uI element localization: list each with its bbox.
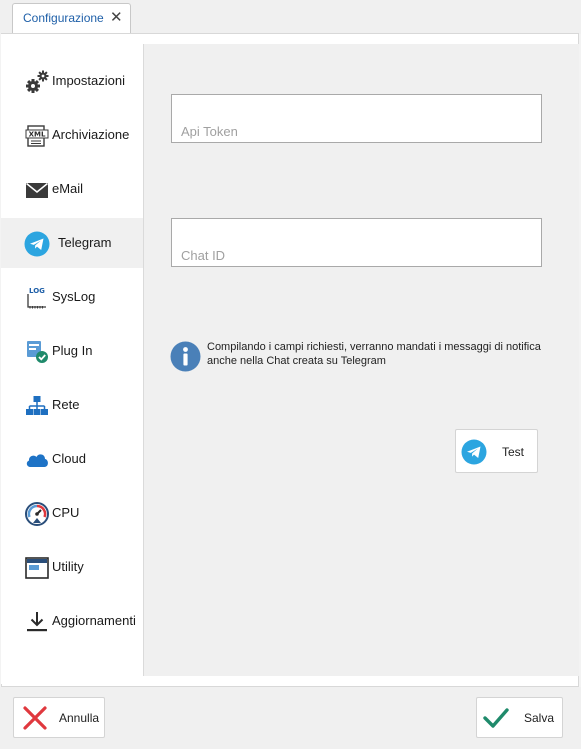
save-button[interactable]: Salva bbox=[476, 697, 563, 738]
api-token-field[interactable] bbox=[171, 94, 542, 143]
sidebar-item-utility[interactable]: Utility bbox=[1, 542, 143, 592]
cancel-button[interactable]: Annulla bbox=[13, 697, 105, 738]
sidebar-item-rete[interactable]: Rete bbox=[1, 380, 143, 430]
sidebar-item-aggiornamenti[interactable]: Aggiornamenti bbox=[1, 596, 143, 646]
sidebar-item-label: Cloud bbox=[52, 451, 86, 466]
cancel-button-label: Annulla bbox=[59, 711, 100, 725]
info-message: Compilando i campi richiesti, verranno m… bbox=[207, 341, 541, 367]
sidebar-item-label: Impostazioni bbox=[52, 73, 125, 88]
footer-bar: Annulla Salva bbox=[0, 687, 581, 749]
sidebar-item-telegram[interactable]: Telegram bbox=[1, 218, 143, 268]
sidebar-item-impostazioni[interactable]: Impostazioni bbox=[1, 56, 143, 106]
sidebar-item-archiviazione[interactable]: XML Archiviazione bbox=[1, 110, 143, 160]
info-icon bbox=[170, 341, 201, 372]
sidebar-item-label: Plug In bbox=[52, 343, 93, 358]
sidebar-item-label: Rete bbox=[52, 397, 80, 412]
xml-file-icon: XML bbox=[25, 125, 49, 147]
telegram-icon bbox=[24, 231, 50, 257]
save-button-label: Salva bbox=[524, 711, 555, 725]
test-button[interactable]: Test bbox=[455, 429, 538, 473]
sidebar-item-syslog[interactable]: LOG SysLog bbox=[1, 272, 143, 322]
tab-title: Configurazione bbox=[23, 11, 104, 25]
close-icon[interactable]: ✕ bbox=[110, 8, 123, 26]
close-icon bbox=[23, 706, 47, 730]
sidebar-item-label: SysLog bbox=[52, 289, 96, 304]
telegram-settings-panel: Compilando i campi richiesti, verranno m… bbox=[143, 44, 579, 676]
test-button-label: Test bbox=[502, 445, 525, 459]
checkmark-icon bbox=[483, 708, 509, 728]
plugin-icon bbox=[27, 341, 48, 363]
sidebar-item-cpu[interactable]: CPU bbox=[1, 488, 143, 538]
svg-text:XML: XML bbox=[29, 131, 46, 139]
sidebar-item-label: Utility bbox=[52, 559, 84, 574]
tab-bar: Configurazione ✕ bbox=[0, 0, 581, 34]
log-icon: LOG bbox=[27, 287, 46, 309]
telegram-icon bbox=[461, 439, 487, 465]
sidebar-item-email[interactable]: eMail bbox=[1, 164, 143, 214]
sidebar-item-cloud[interactable]: Cloud bbox=[1, 434, 143, 484]
sidebar-item-label: Archiviazione bbox=[52, 127, 130, 142]
sidebar-item-label: CPU bbox=[52, 505, 80, 520]
sidebar-item-label: Aggiornamenti bbox=[52, 613, 136, 628]
sidebar: Impostazioni XML Archiviazione eMail Tel… bbox=[1, 34, 143, 684]
gears-icon bbox=[26, 70, 49, 93]
sidebar-item-label: eMail bbox=[52, 181, 84, 196]
chat-id-field[interactable] bbox=[171, 218, 542, 267]
cloud-icon bbox=[26, 454, 48, 467]
gauge-icon bbox=[25, 502, 49, 526]
envelope-icon bbox=[26, 182, 48, 198]
svg-text:LOG: LOG bbox=[29, 287, 45, 295]
sidebar-item-label: Telegram bbox=[58, 235, 112, 250]
tab-configurazione[interactable]: Configurazione ✕ bbox=[12, 3, 131, 34]
download-icon bbox=[27, 612, 47, 632]
window-icon bbox=[25, 557, 49, 579]
sidebar-item-plugin[interactable]: Plug In bbox=[1, 326, 143, 376]
network-icon bbox=[26, 396, 48, 415]
